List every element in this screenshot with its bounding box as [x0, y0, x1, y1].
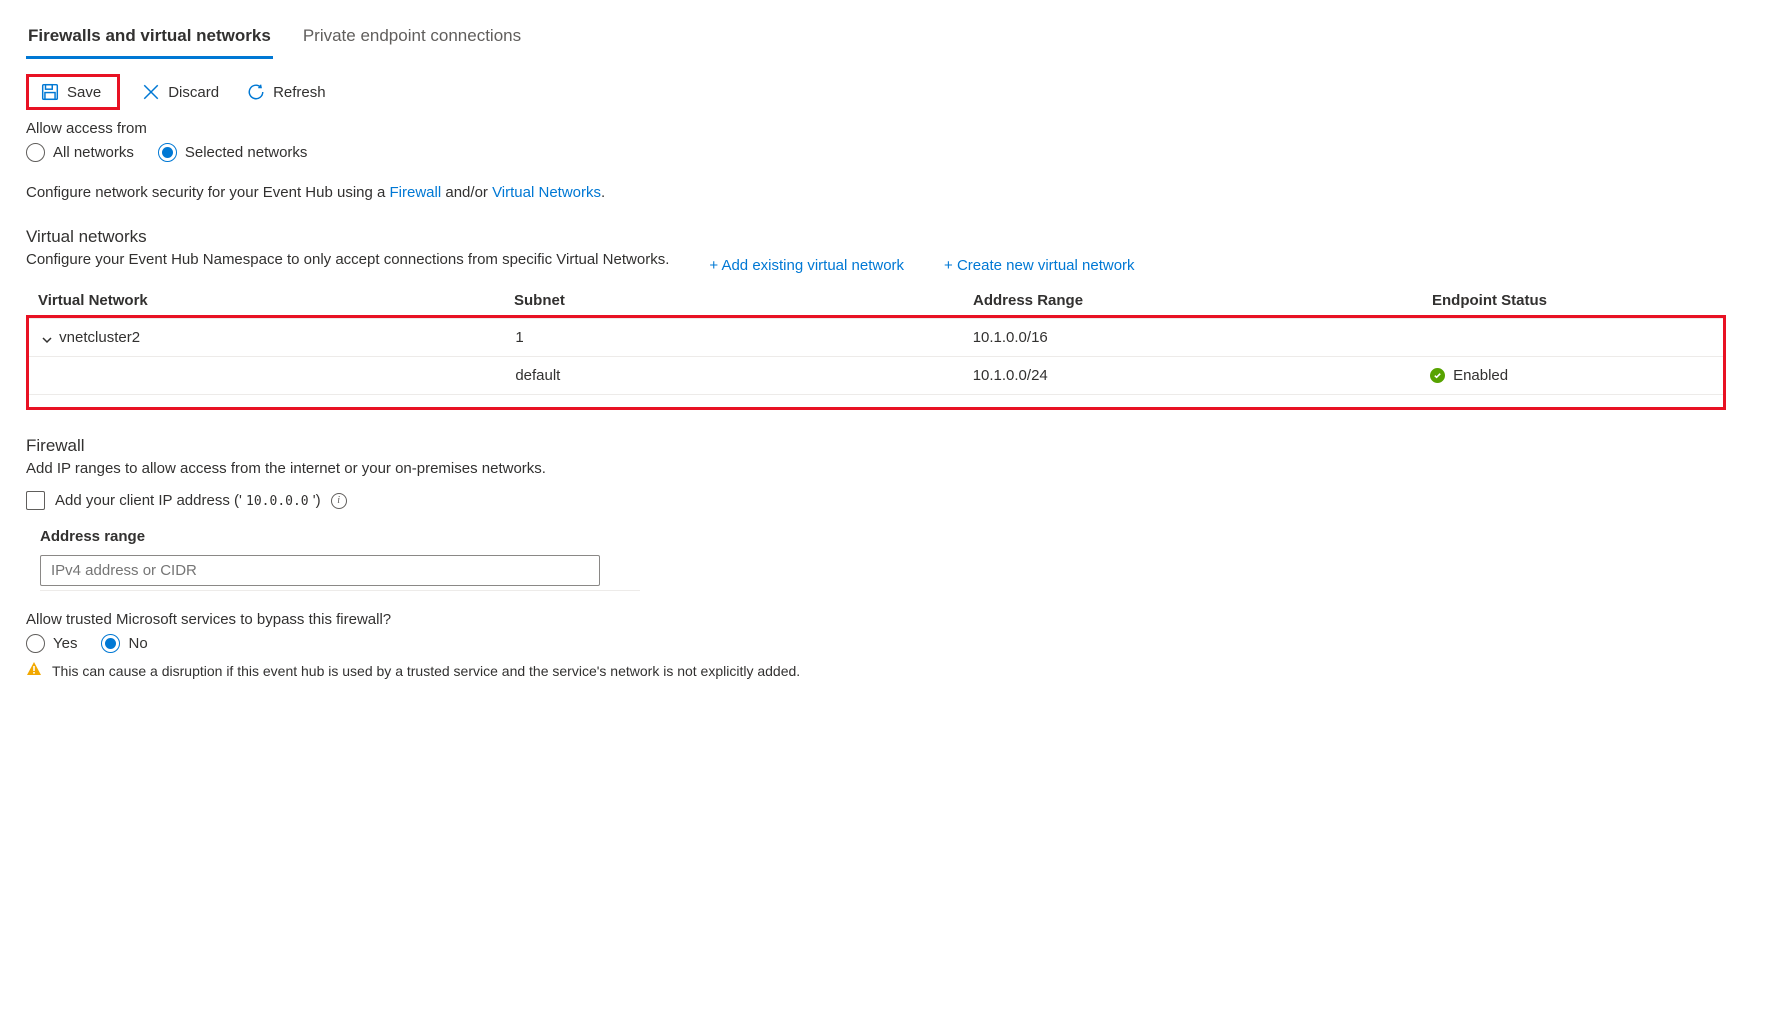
refresh-label: Refresh: [273, 84, 326, 101]
vnet-name: [29, 357, 503, 395]
firewall-link[interactable]: Firewall: [390, 184, 442, 201]
config-description: Configure network security for your Even…: [26, 184, 1726, 201]
radio-selected-networks-label: Selected networks: [185, 144, 308, 161]
divider: [40, 590, 640, 591]
virtual-networks-table: Virtual Network Subnet Address Range End…: [26, 284, 1726, 317]
status-enabled: Enabled: [1430, 367, 1508, 384]
client-ip-suffix: '): [309, 492, 321, 509]
add-existing-vnet-link[interactable]: + Add existing virtual network: [709, 257, 904, 274]
radio-all-networks-label: All networks: [53, 144, 134, 161]
table-row[interactable]: default 10.1.0.0/24 Enabled: [29, 357, 1723, 395]
discard-label: Discard: [168, 84, 219, 101]
allow-access-label: Allow access from: [26, 120, 1726, 137]
subnet-cell: default: [503, 357, 960, 395]
allow-access-radiogroup: All networks Selected networks: [26, 143, 1726, 162]
radio-circle-icon: [101, 634, 120, 653]
col-subnet: Subnet: [502, 284, 961, 317]
table-header-row: Virtual Network Subnet Address Range End…: [26, 284, 1726, 317]
subnet-cell: 1: [503, 319, 960, 357]
address-range-label: Address range: [40, 528, 1726, 545]
radio-trusted-no[interactable]: No: [101, 634, 147, 653]
info-icon[interactable]: i: [331, 493, 347, 509]
discard-button[interactable]: Discard: [132, 77, 229, 107]
add-client-ip-label: Add your client IP address (' 10.0.0.0 '…: [55, 492, 321, 509]
config-suffix: .: [601, 184, 605, 201]
radio-circle-icon: [158, 143, 177, 162]
virtual-networks-heading: Virtual networks: [26, 227, 1726, 247]
tab-private-endpoints[interactable]: Private endpoint connections: [301, 18, 523, 59]
firewall-description: Add IP ranges to allow access from the i…: [26, 460, 1726, 477]
status-cell: [1418, 319, 1723, 357]
tabs: Firewalls and virtual networks Private e…: [26, 18, 1726, 60]
radio-circle-icon: [26, 634, 45, 653]
highlight-save: Save: [26, 74, 120, 110]
vnet-name: vnetcluster2: [59, 329, 140, 346]
radio-selected-networks[interactable]: Selected networks: [158, 143, 308, 162]
trusted-services-question: Allow trusted Microsoft services to bypa…: [26, 611, 1726, 628]
virtual-networks-description: Configure your Event Hub Namespace to on…: [26, 251, 669, 268]
refresh-icon: [247, 83, 265, 101]
client-ip-prefix: Add your client IP address (': [55, 492, 246, 509]
warning-text: This can cause a disruption if this even…: [52, 663, 800, 679]
client-ip-value: 10.0.0.0: [246, 494, 309, 509]
discard-icon: [142, 83, 160, 101]
warning-message: This can cause a disruption if this even…: [26, 661, 1726, 680]
config-prefix: Configure network security for your Even…: [26, 184, 390, 201]
col-range: Address Range: [961, 284, 1420, 317]
radio-no-label: No: [128, 635, 147, 652]
config-mid: and/or: [441, 184, 492, 201]
table-row[interactable]: vnetcluster2 1 10.1.0.0/16: [29, 319, 1723, 357]
col-vnet: Virtual Network: [26, 284, 502, 317]
radio-all-networks[interactable]: All networks: [26, 143, 134, 162]
virtual-networks-link[interactable]: Virtual Networks: [492, 184, 601, 201]
radio-circle-icon: [26, 143, 45, 162]
check-circle-icon: [1430, 368, 1445, 383]
status-text: Enabled: [1453, 367, 1508, 384]
col-status: Endpoint Status: [1420, 284, 1726, 317]
firewall-heading: Firewall: [26, 436, 1726, 456]
highlight-vnet-rows: vnetcluster2 1 10.1.0.0/16 default 10.1.…: [26, 315, 1726, 410]
radio-trusted-yes[interactable]: Yes: [26, 634, 77, 653]
toolbar: Save Discard Refresh: [26, 74, 1726, 110]
save-label: Save: [67, 84, 101, 101]
tab-firewalls[interactable]: Firewalls and virtual networks: [26, 18, 273, 59]
warning-icon: [26, 661, 42, 680]
range-cell: 10.1.0.0/16: [961, 319, 1418, 357]
refresh-button[interactable]: Refresh: [237, 77, 336, 107]
create-new-vnet-link[interactable]: + Create new virtual network: [944, 257, 1135, 274]
radio-yes-label: Yes: [53, 635, 77, 652]
range-cell: 10.1.0.0/24: [961, 357, 1418, 395]
address-range-input[interactable]: [40, 555, 600, 586]
save-icon: [41, 83, 59, 101]
save-button[interactable]: Save: [31, 77, 111, 107]
trusted-services-radiogroup: Yes No: [26, 634, 1726, 653]
chevron-down-icon[interactable]: [41, 333, 51, 343]
add-client-ip-checkbox[interactable]: [26, 491, 45, 510]
